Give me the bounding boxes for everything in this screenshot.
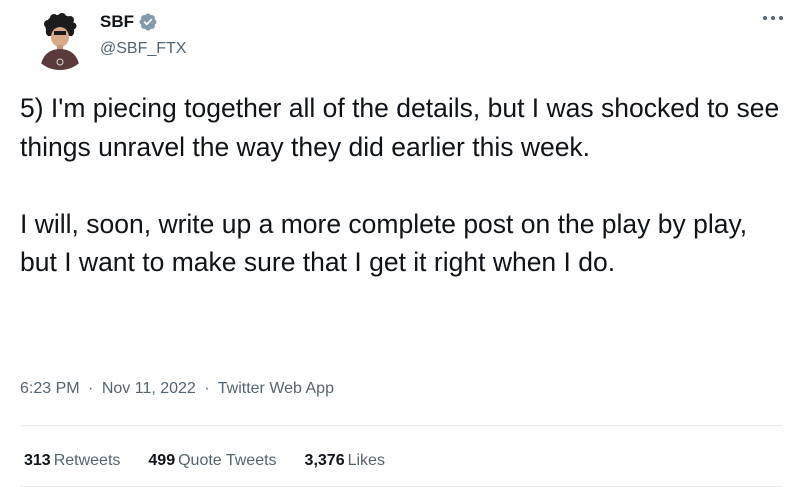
likes-label: Likes (347, 452, 385, 469)
likes-count: 3,376 (304, 452, 345, 469)
tweet-time[interactable]: 6:23 PM (20, 380, 80, 397)
tweet-source[interactable]: Twitter Web App (218, 380, 334, 397)
retweets-stat[interactable]: 313 Retweets (24, 450, 120, 472)
retweets-label: Retweets (53, 452, 121, 469)
quote-tweets-stat[interactable]: 499 Quote Tweets (148, 450, 276, 472)
avatar-illustration (40, 13, 80, 70)
divider-top (20, 425, 782, 426)
likes-stat[interactable]: 3,376 Likes (305, 450, 385, 472)
display-name-row: SBF (100, 10, 186, 34)
tweet-text: 5) I'm piecing together all of the detai… (20, 93, 780, 277)
tweet-stats: 313 Retweets 499 Quote Tweets 3,376 Likes (24, 450, 413, 472)
verified-badge-icon[interactable] (138, 12, 158, 32)
retweets-count: 313 (24, 452, 51, 469)
tweet-date[interactable]: Nov 11, 2022 (102, 380, 196, 397)
more-horizontal-icon[interactable] (758, 8, 788, 28)
quote-tweets-count: 499 (148, 452, 176, 469)
tweet-detail: SBF @SBF_FTX 5) I'm piecing together all… (0, 0, 800, 487)
display-name[interactable]: SBF (100, 10, 134, 34)
author-names: SBF @SBF_FTX (100, 10, 186, 60)
tweet-meta: 6:23 PM · Nov 11, 2022 · Twitter Web App (20, 378, 334, 400)
author-handle[interactable]: @SBF_FTX (100, 38, 186, 60)
tweet-header: SBF @SBF_FTX (18, 4, 788, 74)
meta-separator: · (88, 380, 94, 397)
meta-separator: · (204, 380, 210, 397)
quote-tweets-label: Quote Tweets (178, 452, 277, 469)
avatar[interactable] (30, 10, 90, 70)
